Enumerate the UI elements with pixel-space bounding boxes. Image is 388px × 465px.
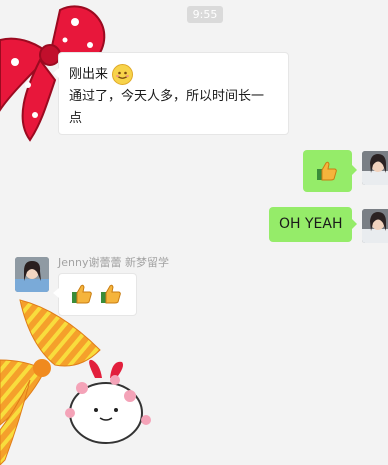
thumbs-up-icon [317, 161, 337, 181]
my-avatar[interactable] [362, 209, 388, 243]
message-text: OH YEAH [279, 216, 343, 232]
sender-name: Jenny谢蕾蕾 新梦留学 [58, 256, 169, 269]
contact-avatar[interactable] [15, 257, 49, 292]
message-line: 点 [69, 111, 83, 126]
message-timestamp: 9:55 [187, 6, 223, 23]
bunny-sticker-decoration [65, 359, 151, 444]
outgoing-message-bubble[interactable]: OH YEAH [269, 207, 357, 242]
smile-emoji-icon [112, 64, 134, 85]
message-line: 通过了，今天人多，所以时间长一 [69, 89, 265, 104]
outgoing-sticker-bubble[interactable] [303, 150, 357, 192]
message-line: 刚出来 [69, 67, 109, 82]
incoming-message-bubble[interactable]: 刚出来 通过了，今天人多，所以时间长一 点 [53, 52, 289, 135]
my-avatar[interactable] [362, 151, 388, 185]
